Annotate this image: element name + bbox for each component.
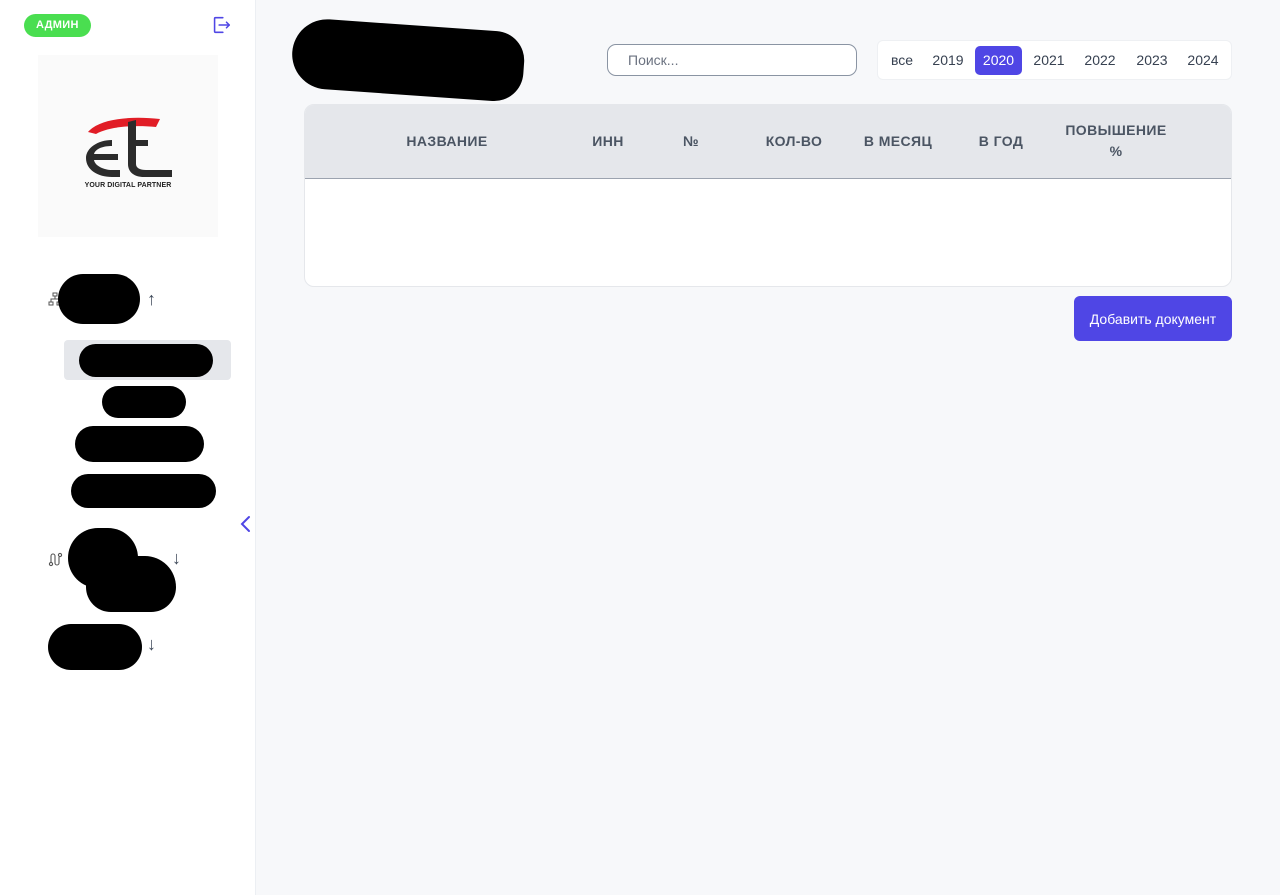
sidebar: АДМИН YOUR DIGITAL PARTNER ↑ ↓ ↓ [0, 0, 256, 895]
column-header-name[interactable]: НАЗВАНИЕ [397, 131, 497, 152]
column-header-number[interactable]: № [671, 131, 711, 152]
arrow-down-icon[interactable]: ↓ [172, 548, 181, 569]
table-header: НАЗВАНИЕ ИНН № КОЛ-ВО В МЕСЯЦ В ГОД ПОВЫ… [305, 105, 1231, 179]
year-filter-2021[interactable]: 2021 [1027, 46, 1071, 75]
chevron-left-icon[interactable] [238, 513, 254, 535]
nav-group-label-redacted[interactable] [86, 556, 176, 612]
year-filter-all[interactable]: все [882, 46, 922, 75]
year-filter-2019[interactable]: 2019 [926, 46, 970, 75]
year-filter-2024[interactable]: 2024 [1181, 46, 1225, 75]
logout-icon[interactable] [210, 14, 232, 36]
column-header-per-month[interactable]: В МЕСЯЦ [853, 131, 943, 152]
admin-badge: АДМИН [24, 14, 91, 37]
column-header-quantity[interactable]: КОЛ-ВО [754, 131, 834, 152]
year-filter-2022[interactable]: 2022 [1078, 46, 1122, 75]
column-header-inn[interactable]: ИНН [578, 131, 638, 152]
add-document-button[interactable]: Добавить документ [1074, 296, 1232, 341]
year-filter-2020[interactable]: 2020 [975, 46, 1022, 75]
nav-item-redacted[interactable] [71, 474, 216, 508]
logo-tagline: YOUR DIGITAL PARTNER [84, 182, 172, 189]
company-logo: YOUR DIGITAL PARTNER [38, 55, 218, 237]
table-body [305, 179, 1231, 286]
column-header-increase[interactable]: ПОВЫШЕНИЕ % [1061, 120, 1171, 162]
logo-mark [86, 117, 172, 177]
route-icon [48, 552, 63, 567]
arrow-up-icon[interactable]: ↑ [147, 289, 156, 310]
nav-group-label-redacted[interactable] [58, 274, 140, 324]
nav-item-redacted[interactable] [75, 426, 204, 462]
nav-group-label-redacted[interactable] [48, 624, 142, 670]
nav-item-redacted[interactable] [102, 386, 186, 418]
search-input[interactable] [607, 44, 857, 76]
page-title-redacted [289, 16, 527, 104]
year-filter: все 2019 2020 2021 2022 2023 2024 [877, 40, 1232, 80]
year-filter-2023[interactable]: 2023 [1130, 46, 1174, 75]
nav-item-redacted[interactable] [79, 344, 213, 377]
column-header-per-year[interactable]: В ГОД [966, 131, 1036, 152]
arrow-down-icon[interactable]: ↓ [147, 634, 156, 655]
documents-table: НАЗВАНИЕ ИНН № КОЛ-ВО В МЕСЯЦ В ГОД ПОВЫ… [304, 104, 1232, 287]
